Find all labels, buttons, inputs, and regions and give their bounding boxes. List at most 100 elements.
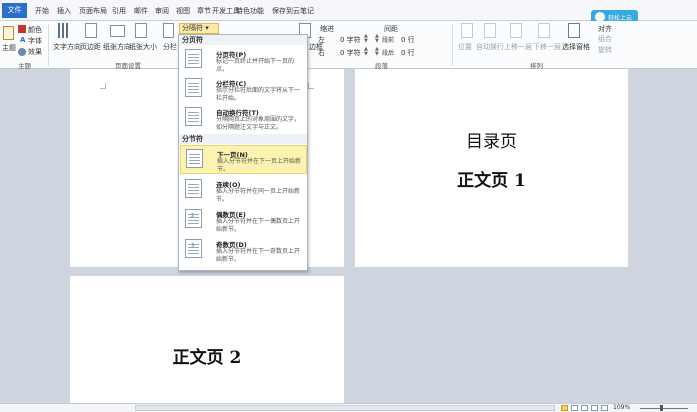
- page-corner-mark: [100, 83, 106, 89]
- send-backward-button[interactable]: 下移一层: [533, 42, 561, 52]
- zoom-level[interactable]: 109%: [613, 404, 630, 411]
- indent-label: 缩进: [320, 25, 334, 33]
- tab-mailings[interactable]: 邮件: [134, 6, 148, 16]
- ribbon: 主题 颜色 A 字体 效果 主题 文字方向 页边距 纸张方向 纸张大小 分栏 页…: [0, 21, 697, 70]
- menu-item-description: 指示分栏符后面的文字将从下一栏开始。: [216, 87, 301, 102]
- horizontal-scrollbar[interactable]: [135, 405, 555, 411]
- colors-button[interactable]: 颜色: [28, 25, 42, 35]
- zoom-slider-track[interactable]: [640, 408, 688, 409]
- spacing-before-value[interactable]: 0 行: [401, 35, 415, 45]
- position-button[interactable]: 位置: [458, 42, 472, 52]
- wrap-text-icon: [484, 23, 496, 38]
- selection-pane-icon: [568, 23, 580, 38]
- tab-save-cloud-notes[interactable]: 保存到云笔记: [272, 6, 314, 16]
- indent-right-value[interactable]: 0 字符: [340, 48, 361, 58]
- menu-item-page-break[interactable]: 分页符(P) 标记一页终止并开始下一页的点。: [180, 46, 307, 74]
- tab-references[interactable]: 引用: [112, 6, 126, 16]
- indent-left-prefix: 左: [318, 36, 325, 44]
- fonts-button[interactable]: 字体: [28, 36, 42, 46]
- menu-item-description: 插入分节符并在下一页上开始新节。: [217, 158, 302, 173]
- menu-item-description: 标记一页终止并开始下一页的点。: [216, 58, 295, 73]
- breaks-button-label: 分隔符: [182, 24, 203, 32]
- menu-item-odd-page[interactable]: 3 奇数页(D) 插入分节符并在下一奇数页上开始新节。: [180, 236, 307, 266]
- columns-button[interactable]: 分栏: [163, 42, 177, 52]
- indent-right-spinner-icon[interactable]: ▲ ▼: [364, 47, 368, 57]
- status-bar: 109%: [0, 403, 697, 412]
- indent-left-spinner-icon[interactable]: ▲ ▼: [364, 34, 368, 44]
- text-wrapping-break-icon: [185, 107, 202, 126]
- margins-button[interactable]: 页边距: [80, 42, 101, 52]
- orientation-icon: [110, 25, 125, 37]
- tab-insert[interactable]: 插入: [57, 6, 71, 16]
- next-page-break-icon: [186, 149, 203, 168]
- columns-icon: [163, 23, 174, 38]
- spacing-label: 间距: [384, 25, 398, 33]
- draft-view-icon[interactable]: [601, 405, 608, 411]
- page-view-icon[interactable]: [561, 405, 568, 411]
- menu-item-continuous[interactable]: 连续(O) 插入分节符并在同一页上开始新节。: [180, 176, 307, 205]
- indent-left-value[interactable]: 0 字符: [340, 35, 361, 45]
- column-break-icon: [185, 78, 202, 97]
- wrap-text-button[interactable]: 自动换行: [476, 42, 504, 52]
- tab-special-features[interactable]: 特色功能: [236, 6, 264, 16]
- breaks-button[interactable]: 分隔符 ▾: [179, 23, 219, 34]
- spacing-before-prefix: 段前: [382, 37, 395, 44]
- menu-item-description: 插入分节符并在同一页上开始新节。: [216, 188, 301, 203]
- chevron-down-icon: ▾: [205, 24, 209, 32]
- menu-bar: 文件 开始 插入 页面布局 引用 邮件 审阅 视图 章节 开发工具 特色功能 保…: [0, 0, 697, 24]
- selection-pane-button[interactable]: 选择窗格: [562, 42, 590, 52]
- rotate-button[interactable]: 旋转: [598, 45, 612, 55]
- position-icon: [461, 23, 473, 38]
- ribbon-separator: [452, 24, 453, 66]
- toc-page-text: 目录页: [466, 132, 517, 152]
- menu-item-description: 分隔网页上的对象周围的文字，如分隔题注文字与正文。: [216, 116, 301, 131]
- tab-page-layout[interactable]: 页面布局: [79, 6, 107, 16]
- tab-view[interactable]: 视图: [176, 6, 190, 16]
- document-workspace[interactable]: 目录页 正文页 1 正文页 2: [0, 69, 697, 403]
- tab-chapter[interactable]: 章节: [197, 6, 211, 16]
- tab-home[interactable]: 开始: [35, 6, 49, 16]
- ribbon-separator: [48, 24, 49, 66]
- theme-button[interactable]: 主题: [2, 43, 16, 53]
- menu-item-next-page[interactable]: 下一页(N) 插入分节符并在下一页上开始新节。: [180, 145, 307, 174]
- theme-icon: [3, 26, 14, 40]
- spacing-after-value[interactable]: 0 行: [401, 48, 415, 58]
- bring-forward-button[interactable]: 上移一层: [504, 42, 532, 52]
- odd-page-number: 3: [191, 243, 195, 249]
- even-page-number: 2: [191, 213, 195, 219]
- effects-icon: [18, 48, 26, 56]
- body-page-2-text: 正文页 2: [172, 348, 242, 368]
- breaks-dropdown-menu: 分页符 分页符(P) 标记一页终止并开始下一页的点。 分栏符(C) 指示分栏符后…: [178, 34, 308, 271]
- orientation-button[interactable]: 纸张方向: [103, 42, 131, 52]
- page-3[interactable]: 正文页 2: [70, 276, 344, 403]
- bring-forward-icon: [510, 23, 522, 38]
- effects-button[interactable]: 效果: [28, 47, 42, 57]
- text-direction-button[interactable]: 文字方向: [53, 42, 81, 52]
- paper-size-button[interactable]: 纸张大小: [129, 42, 157, 52]
- spacing-after-spinner-icon[interactable]: ▲ ▼: [375, 47, 379, 57]
- section-header-section-breaks: 分节符: [179, 134, 307, 144]
- outline-view-icon[interactable]: [591, 405, 598, 411]
- align-button[interactable]: 对齐: [598, 24, 612, 34]
- spacing-after-prefix: 段后: [382, 50, 395, 57]
- send-backward-icon: [538, 23, 550, 38]
- body-page-1-text: 正文页 1: [457, 171, 526, 191]
- menu-item-column-break[interactable]: 分栏符(C) 指示分栏符后面的文字将从下一栏开始。: [180, 75, 307, 103]
- tab-file[interactable]: 文件: [2, 3, 27, 18]
- zoom-slider-thumb[interactable]: [660, 405, 663, 411]
- group-objects-button[interactable]: 组合: [598, 34, 612, 44]
- page-break-icon: [185, 49, 202, 68]
- page-corner-mark: [308, 83, 314, 89]
- menu-item-text-wrapping-break[interactable]: 自动换行符(T) 分隔网页上的对象周围的文字，如分隔题注文字与正文。: [180, 104, 307, 132]
- paper-size-icon: [135, 23, 147, 38]
- page-2[interactable]: 目录页 正文页 1: [355, 69, 628, 267]
- reading-view-icon[interactable]: [571, 405, 578, 411]
- menu-item-even-page[interactable]: 2 偶数页(E) 插入分节符并在下一偶数页上开始新节。: [180, 206, 307, 235]
- spacing-before-spinner-icon[interactable]: ▲ ▼: [375, 34, 379, 44]
- indent-right-prefix: 右: [318, 49, 325, 57]
- continuous-break-icon: [185, 179, 202, 198]
- even-page-break-icon: 2: [185, 209, 202, 228]
- web-view-icon[interactable]: [581, 405, 588, 411]
- section-header-page-breaks: 分页符: [179, 35, 307, 45]
- tab-review[interactable]: 审阅: [155, 6, 169, 16]
